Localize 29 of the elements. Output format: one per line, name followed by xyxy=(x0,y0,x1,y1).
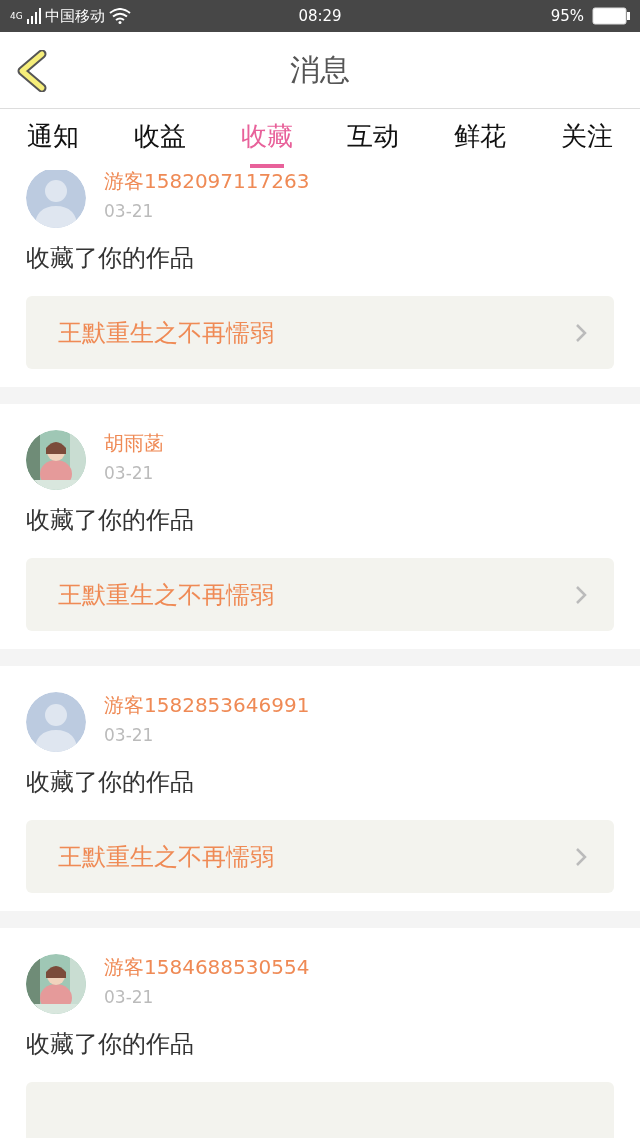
message-date: 03-21 xyxy=(104,725,155,745)
message-date: 03-21 xyxy=(104,987,155,1007)
wifi-icon xyxy=(108,8,131,24)
message-text: 收藏了你的作品 xyxy=(26,1029,195,1060)
tab[interactable]: 通知 xyxy=(0,109,107,170)
battery-percent: 95% xyxy=(550,7,584,25)
message-date: 03-21 xyxy=(104,201,155,221)
chevron-right-icon xyxy=(574,845,588,868)
tab[interactable]: 鲜花 xyxy=(426,109,534,170)
signal-icon xyxy=(26,8,41,24)
message-date: 03-21 xyxy=(104,463,155,483)
chevron-right-icon xyxy=(574,321,588,344)
message-text: 收藏了你的作品 xyxy=(26,767,195,798)
clock: 08:29 xyxy=(298,7,342,25)
network-type: 4G xyxy=(10,11,23,21)
tab[interactable]: 关注 xyxy=(533,109,640,170)
chevron-right-icon xyxy=(574,583,588,606)
tab[interactable]: 收益 xyxy=(106,109,214,170)
carrier-name: 中国移动 xyxy=(44,6,105,26)
user-name: 游客1582097117263 xyxy=(104,170,310,195)
back-button[interactable] xyxy=(16,50,48,92)
user-name: 胡雨菡 xyxy=(104,430,164,457)
page-title: 消息 xyxy=(290,50,350,89)
battery-icon xyxy=(592,7,630,25)
user-name: 游客1584688530554 xyxy=(104,954,310,981)
message-text: 收藏了你的作品 xyxy=(26,243,195,274)
user-name: 游客1582853646991 xyxy=(104,692,310,719)
tab[interactable]: 互动 xyxy=(320,109,427,170)
message-text: 收藏了你的作品 xyxy=(26,505,195,536)
